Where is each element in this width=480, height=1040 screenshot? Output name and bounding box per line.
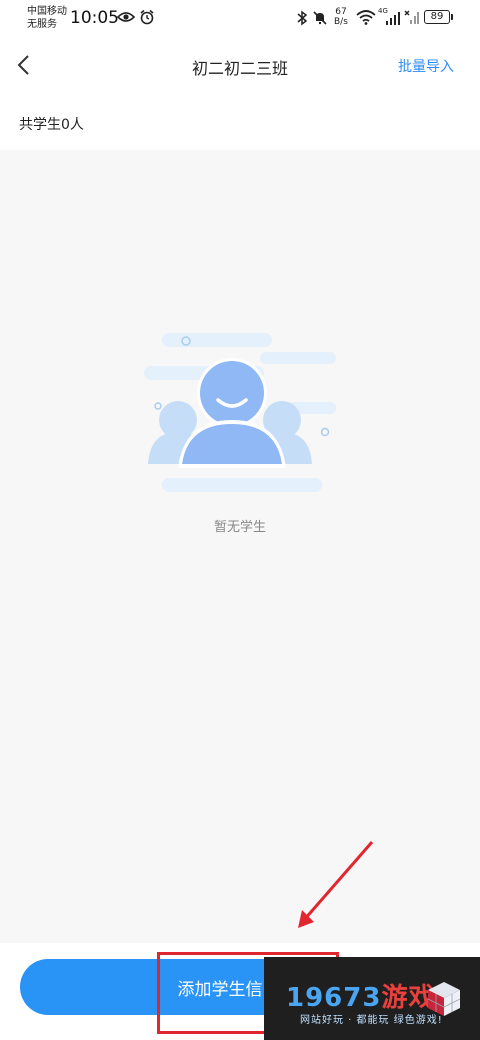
status-bar: 中国移动 无服务 10:05 67 B/s 4G 89 <box>0 0 480 36</box>
student-count: 共学生0人 <box>19 117 84 133</box>
app-header: 初二初二三班 批量导入 <box>0 40 480 90</box>
speed-value: 67 <box>335 7 347 17</box>
no-signal-icon <box>404 10 419 24</box>
empty-students-illustration <box>144 333 336 492</box>
empty-state-text: 暂无学生 <box>213 520 266 535</box>
site-watermark: 19673游戏 网站好玩 · 都能玩 绿色游戏! <box>264 957 480 1040</box>
cube-logo-icon <box>427 982 461 1016</box>
alarm-icon <box>140 9 154 25</box>
watermark-slogan: 网站好玩 · 都能玩 绿色游戏! <box>300 1015 443 1026</box>
bluetooth-icon <box>297 10 308 26</box>
student-list-area: 暂无学生 <box>0 150 480 943</box>
watermark-logo: 19673游戏 <box>286 977 435 1014</box>
mute-bell-icon <box>313 11 327 25</box>
carrier-info: 中国移动 无服务 <box>27 5 67 31</box>
carrier-service: 无服务 <box>27 19 57 30</box>
annotation-arrow <box>298 841 374 928</box>
signal-icon <box>386 12 400 25</box>
watermark-logo-number: 19673 <box>286 983 382 1013</box>
carrier-name: 中国移动 <box>27 6 67 17</box>
clock: 10:05 <box>70 8 119 28</box>
speed-unit: B/s <box>334 17 348 27</box>
screen: 中国移动 无服务 10:05 67 B/s 4G 89 初二初二三班 批量导入 … <box>0 0 480 1040</box>
network-speed: 67 B/s <box>334 7 348 27</box>
eye-icon <box>117 12 135 22</box>
batch-import-button[interactable]: 批量导入 <box>398 56 454 76</box>
wifi-icon <box>356 10 376 25</box>
battery-indicator: 89 <box>424 10 453 24</box>
